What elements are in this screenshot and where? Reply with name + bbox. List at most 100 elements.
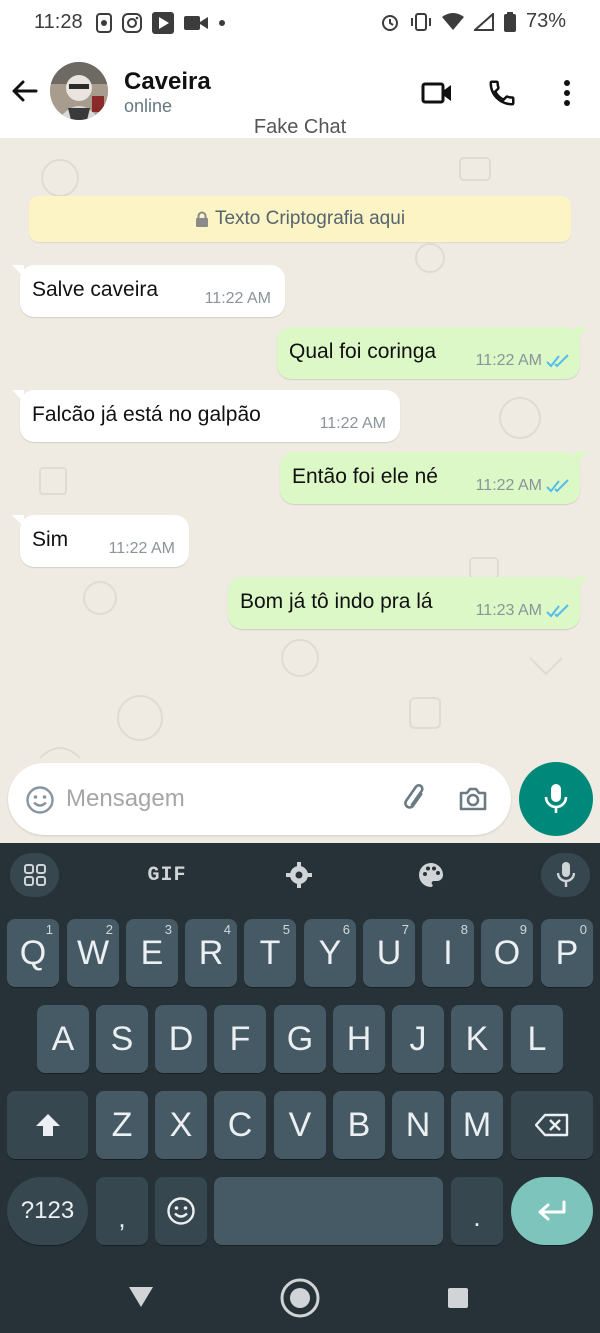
status-time: 11:28 <box>34 11 83 33</box>
message-bubble-incoming[interactable]: Falcão já está no galpão 11:22 AM <box>12 390 400 442</box>
avatar[interactable] <box>50 62 108 120</box>
instagram-icon <box>122 13 142 33</box>
key-j[interactable]: J <box>392 1005 444 1073</box>
key-z[interactable]: Z <box>96 1091 148 1159</box>
video-call-button[interactable] <box>420 76 454 110</box>
theme-button[interactable] <box>410 855 452 895</box>
key-q[interactable]: Q1 <box>7 919 59 987</box>
contact-name[interactable]: Caveira <box>124 68 211 96</box>
backspace-key[interactable] <box>511 1091 593 1159</box>
keyboard-toolbar: GIF <box>0 843 600 907</box>
key-x[interactable]: X <box>155 1091 207 1159</box>
message-text: Salve caveira <box>32 278 159 301</box>
grid-icon <box>23 864 46 886</box>
home-circle-icon[interactable] <box>279 1277 321 1319</box>
backspace-icon <box>535 1113 569 1137</box>
phone-sync-icon <box>96 13 112 33</box>
key-m[interactable]: M <box>451 1091 503 1159</box>
microphone-icon <box>544 784 568 813</box>
alarm-icon <box>381 14 398 31</box>
key-d[interactable]: D <box>155 1005 207 1073</box>
encryption-banner[interactable]: Texto Criptografia aqui <box>29 196 571 242</box>
key-e[interactable]: E3 <box>126 919 178 987</box>
recents-square-icon[interactable] <box>447 1287 469 1309</box>
key-h[interactable]: H <box>333 1005 385 1073</box>
message-bubble-incoming[interactable]: Salve caveira 11:22 AM <box>12 265 285 317</box>
attach-icon[interactable] <box>400 783 432 815</box>
key-k[interactable]: K <box>451 1005 503 1073</box>
more-options-button[interactable] <box>550 76 584 110</box>
vibrate-icon <box>410 12 431 31</box>
message-time: 11:22 AM <box>108 540 175 557</box>
status-bar: 11:28 73% <box>0 0 600 48</box>
back-arrow-icon[interactable] <box>10 76 40 106</box>
contact-status: online <box>124 96 173 116</box>
gear-icon <box>286 862 312 888</box>
message-time: 11:23 AM <box>475 602 542 619</box>
dot-icon <box>219 20 225 26</box>
shift-icon <box>35 1114 60 1136</box>
video-icon <box>184 16 208 30</box>
emoji-key[interactable] <box>155 1177 207 1245</box>
message-bubble-outgoing[interactable]: Então foi ele né 11:22 AM <box>280 452 588 504</box>
apps-grid-button[interactable] <box>10 853 59 897</box>
message-time: 11:22 AM <box>204 290 271 307</box>
symbols-key[interactable]: ?123 <box>7 1177 88 1245</box>
microphone-icon <box>556 862 575 887</box>
message-time: 11:22 AM <box>319 415 386 432</box>
key-y[interactable]: Y6 <box>304 919 356 987</box>
gif-label: GIF <box>147 863 187 887</box>
palette-icon <box>419 863 443 887</box>
wifi-icon <box>441 12 464 30</box>
message-text: Falcão já está no galpão <box>32 403 261 426</box>
message-time: 11:22 AM <box>475 352 542 369</box>
back-triangle-icon[interactable] <box>128 1286 154 1308</box>
voice-call-button[interactable] <box>485 76 519 110</box>
key-c[interactable]: C <box>214 1091 266 1159</box>
video-call-icon <box>421 82 451 104</box>
key-o[interactable]: O9 <box>481 919 533 987</box>
voice-typing-button[interactable] <box>541 853 590 897</box>
message-input[interactable] <box>66 781 386 817</box>
keyboard-settings-button[interactable] <box>278 855 320 895</box>
enter-icon <box>538 1200 566 1221</box>
message-bubble-outgoing[interactable]: Qual foi coringa 11:22 AM <box>277 327 588 379</box>
key-a[interactable]: A <box>37 1005 89 1073</box>
play-store-icon <box>152 12 174 34</box>
battery-icon <box>503 11 516 32</box>
key-n[interactable]: N <box>392 1091 444 1159</box>
chat-header: Caveira online Fake Chat <box>0 48 600 138</box>
message-text: Qual foi coringa <box>289 340 437 363</box>
key-p[interactable]: P0 <box>541 919 593 987</box>
gif-button[interactable]: GIF <box>140 855 194 895</box>
comma-key[interactable]: , <box>96 1177 148 1245</box>
message-text: Então foi ele né <box>292 465 438 488</box>
key-r[interactable]: R4 <box>185 919 237 987</box>
space-key[interactable] <box>214 1177 443 1245</box>
key-s[interactable]: S <box>96 1005 148 1073</box>
encryption-text: Texto Criptografia aqui <box>214 208 406 229</box>
voice-message-button[interactable] <box>519 762 593 836</box>
key-t[interactable]: T5 <box>244 919 296 987</box>
key-b[interactable]: B <box>333 1091 385 1159</box>
message-bubble-outgoing[interactable]: Bom já tô indo pra lá 11:23 AM <box>228 577 588 629</box>
camera-icon[interactable] <box>457 783 489 815</box>
key-w[interactable]: W2 <box>67 919 119 987</box>
read-ticks-icon <box>546 479 569 493</box>
enter-key[interactable] <box>511 1177 593 1245</box>
message-composer <box>8 763 511 835</box>
key-u[interactable]: U7 <box>363 919 415 987</box>
shift-key[interactable] <box>7 1091 88 1159</box>
chat-area[interactable]: Texto Criptografia aqui Salve caveira 11… <box>0 138 600 843</box>
key-f[interactable]: F <box>214 1005 266 1073</box>
kebab-menu-icon <box>564 80 570 106</box>
emoji-icon[interactable] <box>25 785 55 815</box>
key-g[interactable]: G <box>274 1005 326 1073</box>
key-l[interactable]: L <box>511 1005 563 1073</box>
message-bubble-incoming[interactable]: Sim 11:22 AM <box>12 515 189 567</box>
key-i[interactable]: I8 <box>422 919 474 987</box>
period-key[interactable]: . <box>451 1177 503 1245</box>
emoji-icon <box>167 1197 195 1225</box>
key-v[interactable]: V <box>274 1091 326 1159</box>
message-time: 11:22 AM <box>475 477 542 494</box>
